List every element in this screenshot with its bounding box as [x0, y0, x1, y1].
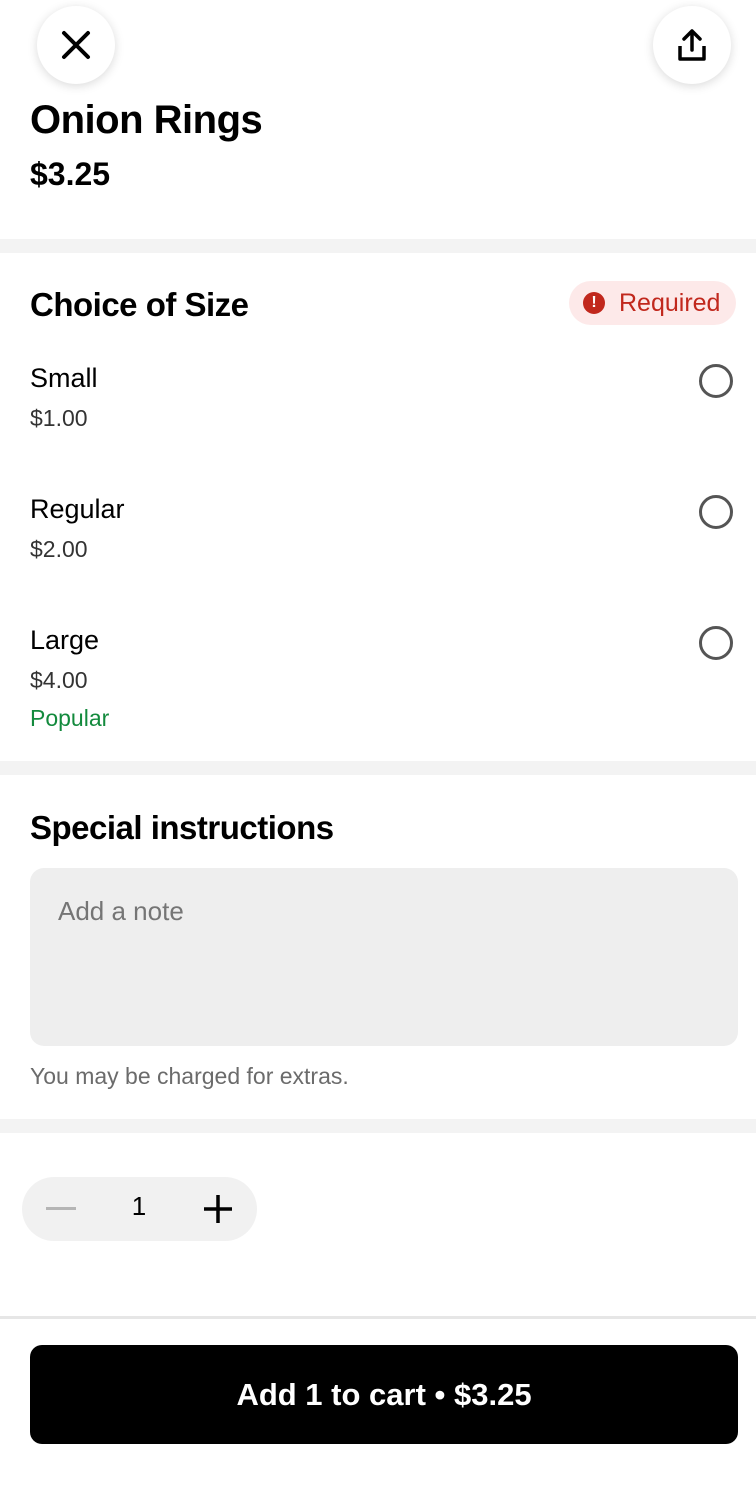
size-option-small[interactable]: Small $1.00 [0, 355, 756, 455]
size-option-large[interactable]: Large $4.00 Popular [0, 617, 756, 747]
decrement-button[interactable] [36, 1187, 86, 1231]
increment-button[interactable] [193, 1187, 243, 1231]
option-name: Regular [30, 494, 125, 524]
quantity-value: 1 [131, 1191, 147, 1221]
option-name: Small [30, 363, 98, 393]
share-button[interactable] [653, 6, 731, 84]
instructions-title: Special instructions [30, 809, 334, 846]
size-section-title: Choice of Size [30, 286, 249, 323]
section-divider [0, 239, 756, 253]
note-input[interactable] [30, 868, 738, 1046]
option-price: $4.00 [30, 667, 88, 693]
close-icon [62, 31, 90, 59]
bottom-bar-divider [0, 1316, 756, 1319]
add-to-cart-button[interactable]: Add 1 to cart • $3.25 [30, 1345, 738, 1444]
section-divider [0, 1119, 756, 1133]
alert-icon: ! [583, 292, 605, 314]
option-name: Large [30, 625, 100, 655]
popular-tag: Popular [30, 705, 110, 731]
share-icon [678, 29, 706, 61]
radio-button[interactable] [699, 495, 733, 529]
option-price: $2.00 [30, 536, 88, 562]
close-button[interactable] [37, 6, 115, 84]
size-option-regular[interactable]: Regular $2.00 [0, 486, 756, 586]
minus-icon [46, 1207, 76, 1210]
extras-hint: You may be charged for extras. [30, 1063, 349, 1089]
radio-button[interactable] [699, 364, 733, 398]
add-to-cart-label: Add 1 to cart • $3.25 [236, 1376, 532, 1412]
required-badge: ! Required [569, 281, 737, 325]
option-price: $1.00 [30, 405, 88, 431]
item-price: $3.25 [30, 156, 111, 192]
section-divider [0, 761, 756, 775]
radio-button[interactable] [699, 626, 733, 660]
quantity-stepper: 1 [22, 1177, 257, 1241]
required-label: Required [619, 288, 721, 317]
item-title: Onion Rings [30, 98, 263, 142]
plus-icon [204, 1195, 232, 1223]
